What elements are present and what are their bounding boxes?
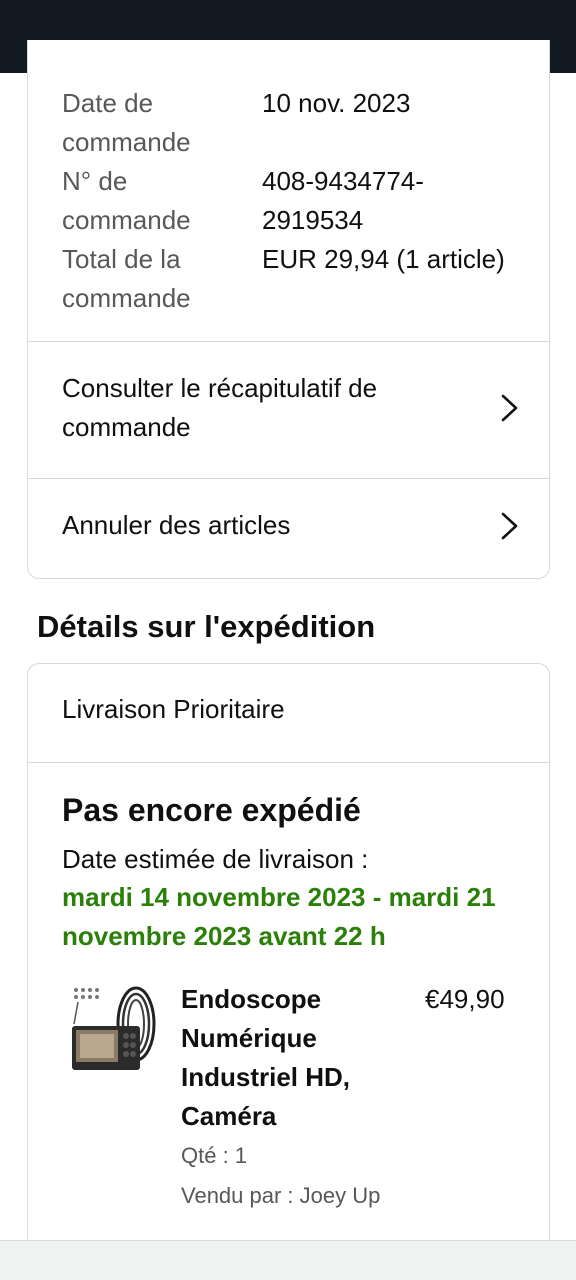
order-info-card: Date de commande 10 nov. 2023 N° de comm… [27, 40, 550, 579]
order-date-value: 10 nov. 2023 [262, 88, 411, 118]
product-image[interactable] [68, 984, 158, 1074]
order-total-label: Total de la commande [62, 244, 191, 313]
order-total-row: Total de la commande EUR 29,94 (1 articl… [62, 240, 522, 318]
view-order-summary-label: Consulter le récapitulatif de commande [62, 373, 378, 442]
order-details: Date de commande 10 nov. 2023 N° de comm… [62, 84, 522, 318]
shipping-card: Livraison Prioritaire Pas encore expédié… [27, 663, 550, 1280]
product-title-link[interactable]: Endoscope Numérique Industriel HD, Camér… [181, 980, 401, 1136]
cancel-items-label: Annuler des articles [62, 510, 291, 540]
shipping-section-title: Détails sur l'expédition [37, 609, 376, 644]
chevron-right-icon [501, 512, 518, 539]
estimated-delivery-date: mardi 14 novembre 2023 - mardi 21 novemb… [62, 882, 496, 951]
chevron-right-icon [501, 394, 518, 422]
product-price: €49,90 [425, 984, 505, 1014]
order-date-label: Date de commande [62, 88, 191, 157]
shipment-status: Pas encore expédié [62, 792, 361, 828]
order-number-row: N° de commande 408-9434774-2919534 [62, 162, 522, 240]
product-quantity: Qté : 1 [181, 1143, 248, 1168]
order-total-value: EUR 29,94 (1 article) [262, 244, 505, 274]
estimated-delivery-label: Date estimée de livraison : [62, 844, 369, 874]
cancel-items-link[interactable]: Annuler des articles [28, 506, 549, 545]
product-seller: Vendu par : Joey Up [181, 1183, 381, 1208]
divider [28, 478, 549, 479]
view-order-summary-link[interactable]: Consulter le récapitulatif de commande [28, 369, 549, 447]
order-number-value: 408-9434774-2919534 [262, 166, 424, 235]
shipping-method: Livraison Prioritaire [62, 694, 285, 724]
order-number-label: N° de commande [62, 166, 191, 235]
divider [28, 341, 549, 342]
bottom-bar [0, 1240, 576, 1280]
divider [28, 762, 549, 763]
order-date-row: Date de commande 10 nov. 2023 [62, 84, 522, 162]
